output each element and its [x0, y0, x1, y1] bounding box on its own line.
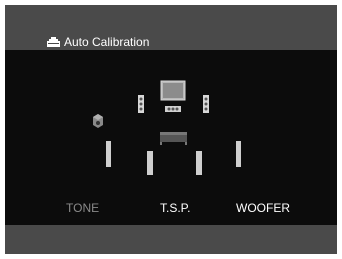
calibration-screen: Auto Calibration TONE T.S.P. WOOFER: [5, 5, 337, 254]
page-title: Auto Calibration: [47, 36, 149, 48]
menu-item-tone[interactable]: TONE: [66, 201, 99, 215]
surround-back-left-speaker-icon: [106, 141, 111, 167]
front-right-speaker-icon: [203, 95, 209, 113]
front-left-speaker-icon: [138, 95, 144, 113]
calibration-icon: [47, 37, 60, 47]
menu-item-woofer[interactable]: WOOFER: [236, 201, 290, 215]
surround-right-speaker-icon: [196, 151, 202, 175]
page-title-text: Auto Calibration: [64, 35, 150, 49]
header-bar: Auto Calibration: [5, 5, 337, 50]
tv-icon: [160, 80, 186, 101]
footer-bar: [5, 225, 337, 254]
subwoofer-icon: [93, 114, 103, 128]
listening-position-icon: [160, 132, 187, 145]
menu-item-tsp[interactable]: T.S.P.: [160, 201, 190, 215]
surround-back-right-speaker-icon: [236, 141, 241, 167]
surround-left-speaker-icon: [147, 151, 153, 175]
speaker-layout-diagram: [93, 80, 241, 175]
center-speaker-icon: [165, 106, 181, 112]
